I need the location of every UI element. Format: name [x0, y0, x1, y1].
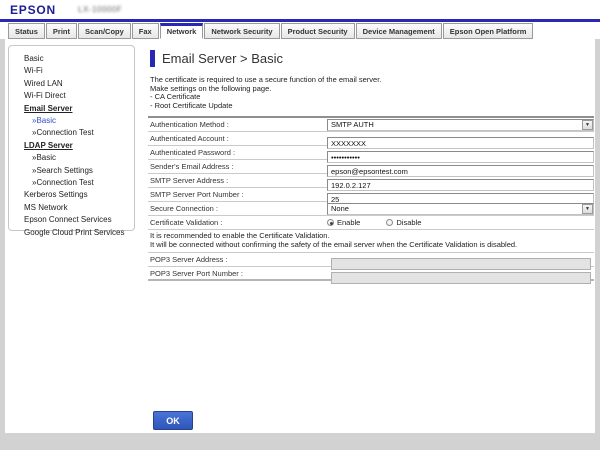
- enable-radio[interactable]: [327, 219, 334, 226]
- intro-line: - Root Certificate Update: [150, 102, 594, 111]
- tab-bar: Status Print Scan/Copy Fax Network Netwo…: [8, 23, 534, 39]
- sidebar-section-email-server[interactable]: Email Server: [24, 103, 130, 115]
- form-row: Sender's Email Address :: [148, 160, 594, 174]
- form-row: Certificate Validation : Enable Disable: [148, 216, 594, 230]
- auth-method-value: SMTP AUTH: [328, 120, 374, 129]
- auth-password-label: Authenticated Password :: [148, 148, 327, 157]
- printer-model-name: LX-10000F: [78, 5, 122, 14]
- cert-validation-label: Certificate Validation :: [148, 218, 327, 227]
- page-title: Email Server > Basic: [162, 51, 283, 66]
- tab-network-security[interactable]: Network Security: [204, 23, 279, 39]
- app-header: EPSON LX-10000F: [0, 0, 600, 19]
- form-row: POP3 Server Port Number :: [148, 267, 594, 281]
- secure-connection-value: None: [328, 204, 349, 213]
- sidebar-item-ldap-basic[interactable]: »Basic: [24, 152, 130, 164]
- auth-method-label: Authentication Method :: [148, 120, 327, 129]
- tab-network[interactable]: Network: [160, 23, 204, 39]
- tab-product-security[interactable]: Product Security: [281, 23, 355, 39]
- pop3-address-label: POP3 Server Address :: [148, 255, 327, 264]
- cert-validation-radio-group: Enable Disable: [327, 217, 594, 229]
- form-row: Authenticated Password :: [148, 146, 594, 160]
- auth-method-select[interactable]: SMTP AUTH ▼: [327, 119, 594, 131]
- form-row: SMTP Server Port Number :: [148, 188, 594, 202]
- form-row: Secure Connection : None ▼: [148, 202, 594, 216]
- tab-print[interactable]: Print: [46, 23, 77, 39]
- sidebar-item-email-server-connection-test[interactable]: »Connection Test: [24, 127, 130, 139]
- tab-status[interactable]: Status: [8, 23, 45, 39]
- cert-validation-note: It is recommended to enable the Certific…: [148, 230, 594, 253]
- sidebar-item-ldap-connection-test[interactable]: »Connection Test: [24, 177, 130, 189]
- tab-device-management[interactable]: Device Management: [356, 23, 442, 39]
- sidebar-item-kerberos-settings[interactable]: Kerberos Settings: [24, 189, 130, 201]
- epson-logo: EPSON: [10, 3, 56, 17]
- form-row: Authenticated Account :: [148, 132, 594, 146]
- sidebar-item-epson-connect-services[interactable]: Epson Connect Services: [24, 214, 130, 226]
- chevron-down-icon: ▼: [582, 120, 593, 130]
- enable-radio-label: Enable: [337, 218, 360, 227]
- sidebar-item-email-server-basic[interactable]: »Basic: [24, 115, 130, 127]
- ok-button[interactable]: OK: [153, 411, 193, 430]
- sidebar-section-ldap-server[interactable]: LDAP Server: [24, 140, 130, 152]
- smtp-port-label: SMTP Server Port Number :: [148, 190, 327, 199]
- main-content: Email Server > Basic The certificate is …: [148, 50, 594, 430]
- auth-account-label: Authenticated Account :: [148, 134, 327, 143]
- sender-email-label: Sender's Email Address :: [148, 162, 327, 171]
- sidebar-item-wired-lan[interactable]: Wired LAN: [24, 78, 130, 90]
- content-panel: Status Print Scan/Copy Fax Network Netwo…: [5, 22, 595, 433]
- page-frame: Status Print Scan/Copy Fax Network Netwo…: [0, 22, 600, 450]
- sidebar-item-wifi[interactable]: Wi-Fi: [24, 65, 130, 77]
- form-row: Authentication Method : SMTP AUTH ▼: [148, 118, 594, 132]
- smtp-address-label: SMTP Server Address :: [148, 176, 327, 185]
- intro-text: The certificate is required to use a sec…: [150, 76, 594, 110]
- secure-connection-label: Secure Connection :: [148, 204, 327, 213]
- sidebar-nav: Basic Wi-Fi Wired LAN Wi-Fi Direct Email…: [8, 45, 135, 231]
- pop3-port-label: POP3 Server Port Number :: [148, 269, 327, 278]
- email-server-form: Authentication Method : SMTP AUTH ▼ Auth…: [148, 116, 594, 281]
- sidebar-item-ldap-search-settings[interactable]: »Search Settings: [24, 165, 130, 177]
- form-row: SMTP Server Address :: [148, 174, 594, 188]
- chevron-down-icon: ▼: [582, 204, 593, 214]
- tab-scan-copy[interactable]: Scan/Copy: [78, 23, 131, 39]
- disable-radio-label: Disable: [396, 218, 421, 227]
- note-line: It will be connected without confirming …: [150, 241, 594, 250]
- form-row: POP3 Server Address :: [148, 253, 594, 267]
- title-accent-bar: [150, 50, 155, 67]
- disable-radio[interactable]: [386, 219, 393, 226]
- sidebar-item-ms-network[interactable]: MS Network: [24, 202, 130, 214]
- sidebar-item-wifi-direct[interactable]: Wi-Fi Direct: [24, 90, 130, 102]
- sidebar-item-basic[interactable]: Basic: [24, 53, 130, 65]
- intro-line: Make settings on the following page.: [150, 85, 594, 94]
- pop3-server-port-input: [331, 272, 591, 284]
- secure-connection-select[interactable]: None ▼: [327, 203, 594, 215]
- tab-fax[interactable]: Fax: [132, 23, 159, 39]
- tab-epson-open-platform[interactable]: Epson Open Platform: [443, 23, 534, 39]
- sidebar-item-google-cloud-print-services[interactable]: Google Cloud Print Services: [24, 227, 130, 239]
